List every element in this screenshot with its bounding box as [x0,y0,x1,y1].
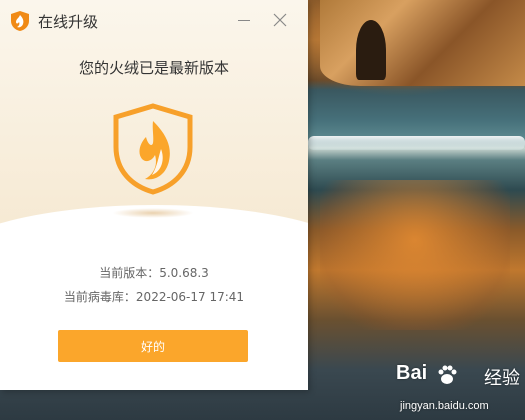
watermark-domain: jingyan.baidu.com [400,400,489,412]
wallpaper-reflection [320,180,510,330]
flame-shield-icon [10,10,30,32]
window-title: 在线升级 [38,13,99,31]
wallpaper-cave [356,20,386,80]
status-headline: 您的火绒已是最新版本 [78,59,229,77]
minimize-button[interactable] [234,10,254,30]
close-icon [273,13,287,27]
title-bar[interactable]: 在线升级 [0,0,308,40]
watermark-brand-suffix: 经验 [484,368,520,389]
flame-shield-icon [112,103,194,195]
current-version: 当前版本：5.0.68.3 [99,266,209,280]
minimize-icon [238,20,250,21]
update-dialog: 在线升级 您的火绒已是最新版本 当前版本：5.0.68.3 当前病毒库：2022… [0,0,308,390]
ok-button[interactable]: 好的 [58,330,248,362]
watermark-brand: Bai [396,362,428,384]
close-button[interactable] [270,10,290,30]
wallpaper-surf [308,136,525,150]
paw-icon [436,364,458,386]
icon-shadow [112,208,194,218]
wallpaper-cliff [320,0,525,86]
desktop-wallpaper: 在线升级 您的火绒已是最新版本 当前版本：5.0.68.3 当前病毒库：2022… [0,0,525,420]
watermark: Bai 经验 jingyan.baidu.com [396,362,524,418]
virus-database-date: 当前病毒库：2022-06-17 17:41 [63,290,245,304]
